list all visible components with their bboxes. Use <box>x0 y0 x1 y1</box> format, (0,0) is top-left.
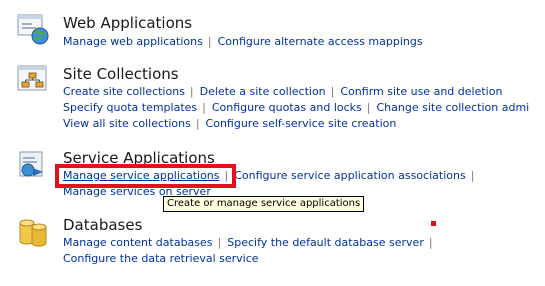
database-cylinders-icon <box>19 219 47 247</box>
delete-site-collection-link[interactable]: Delete a site collection <box>200 85 326 98</box>
red-marker <box>431 221 436 226</box>
configure-data-retrieval-service-link[interactable]: Configure the data retrieval service <box>63 252 259 265</box>
link-row: Configure the data retrieval service <box>63 251 259 267</box>
separator: | <box>207 35 212 48</box>
create-site-collections-link[interactable]: Create site collections <box>63 85 185 98</box>
link-row: Manage content databases | Specify the def… <box>63 235 439 251</box>
specify-quota-templates-link[interactable]: Specify quota templates <box>63 101 197 114</box>
view-all-site-collections-link[interactable]: View all site collections <box>63 117 191 130</box>
site-hierarchy-icon <box>17 65 47 91</box>
link-row: Manage service applications | Configure se… <box>63 168 480 184</box>
link-row: Manage web applications | Configure altern… <box>63 34 423 50</box>
separator: | <box>217 236 222 249</box>
section-title: Site Collections <box>63 65 179 83</box>
separator: | <box>202 101 206 114</box>
manage-web-applications-link[interactable]: Manage web applications <box>63 35 203 48</box>
separator: | <box>195 117 200 130</box>
separator: | <box>470 169 475 182</box>
link-row: View all site collections | Configure self… <box>63 116 396 132</box>
configure-service-application-associations-link[interactable]: Configure service application associatio… <box>234 169 465 182</box>
configure-quotas-and-locks-link[interactable]: Configure quotas and locks <box>212 101 362 114</box>
link-row: Specify quota templates | Configure quotas… <box>63 100 529 116</box>
configure-self-service-site-creation-link[interactable]: Configure self-service site creation <box>206 117 397 130</box>
manage-service-applications-link[interactable]: Manage service applications <box>63 169 220 182</box>
section-title: Databases <box>63 216 143 234</box>
tooltip: Create or manage service applications <box>163 196 365 212</box>
separator: | <box>189 85 194 98</box>
separator: | <box>330 85 335 98</box>
link-row: Create site collections | Delete a site co… <box>63 84 502 100</box>
configure-alternate-access-mappings-link[interactable]: Configure alternate access mappings <box>218 35 423 48</box>
manage-content-databases-link[interactable]: Manage content databases <box>63 236 213 249</box>
change-site-collection-administrators-link[interactable]: Change site collection admi <box>377 101 530 114</box>
section-title: Web Applications <box>63 14 193 32</box>
web-application-globe-icon <box>17 14 49 45</box>
service-application-icon <box>19 151 43 177</box>
separator: | <box>224 169 229 182</box>
separator: | <box>366 101 371 114</box>
specify-default-database-server-link[interactable]: Specify the default database server <box>227 236 424 249</box>
separator: | <box>428 236 433 249</box>
confirm-site-use-and-deletion-link[interactable]: Confirm site use and deletion <box>340 85 502 98</box>
section-title: Service Applications <box>63 149 215 167</box>
